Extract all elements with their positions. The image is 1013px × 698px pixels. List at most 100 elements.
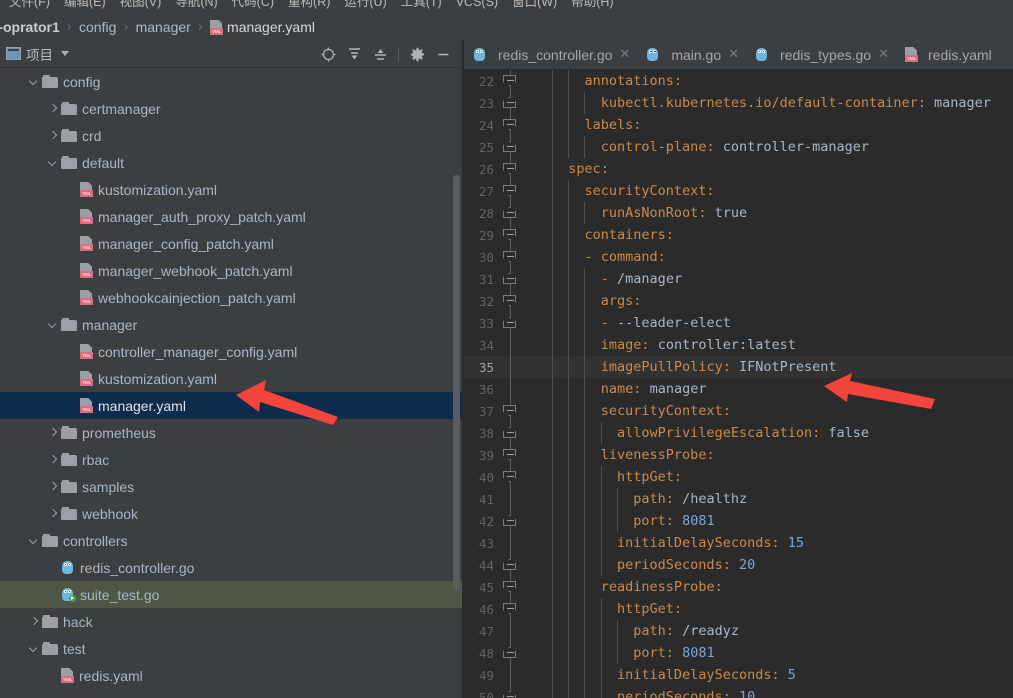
fold-marker-icon[interactable]: [503, 141, 516, 152]
locate-target-icon[interactable]: [315, 41, 341, 67]
breadcrumb-file[interactable]: manager.yaml: [210, 19, 315, 35]
code-fold-toggle[interactable]: [498, 642, 522, 664]
tree-item-kustomization-yaml[interactable]: kustomization.yaml: [0, 365, 462, 392]
tree-item-manager-webhook-patch-yaml[interactable]: manager_webhook_patch.yaml: [0, 257, 462, 284]
code-fold-toggle[interactable]: [498, 268, 522, 290]
code-line-27[interactable]: 27 securityContext:: [464, 180, 1013, 202]
code-line-45[interactable]: 45 readinessProbe:: [464, 576, 1013, 598]
code-fold-toggle[interactable]: [498, 180, 522, 202]
code-fold-toggle[interactable]: [498, 246, 522, 268]
fold-marker-icon[interactable]: [503, 185, 516, 196]
code-line-34[interactable]: 34 image: controller:latest: [464, 334, 1013, 356]
code-line-39[interactable]: 39 livenessProbe:: [464, 444, 1013, 466]
chevron-right-icon[interactable]: [48, 131, 57, 140]
tree-item-manager-yaml[interactable]: manager.yaml: [0, 392, 462, 419]
code-line-26[interactable]: 26 spec:: [464, 158, 1013, 180]
menu-item-1[interactable]: 编辑(E): [57, 0, 113, 13]
code-fold-toggle[interactable]: [498, 158, 522, 180]
menu-item-7[interactable]: 工具(T): [394, 0, 449, 13]
code-fold-toggle[interactable]: [498, 312, 522, 334]
tree-item-manager-auth-proxy-patch-yaml[interactable]: manager_auth_proxy_patch.yaml: [0, 203, 462, 230]
chevron-down-icon[interactable]: [61, 51, 69, 56]
editor-tab-redis-controller-go[interactable]: redis_controller.go ✕: [464, 40, 637, 69]
fold-marker-icon[interactable]: [503, 119, 516, 130]
tree-item-crd[interactable]: crd: [0, 122, 462, 149]
code-line-47[interactable]: 47 path: /readyz: [464, 620, 1013, 642]
fold-marker-icon[interactable]: [503, 273, 516, 284]
tree-item-suite-test-go[interactable]: suite_test.go: [0, 581, 462, 608]
fold-marker-icon[interactable]: [503, 295, 516, 306]
close-icon[interactable]: ✕: [618, 48, 630, 61]
editor-tab-redis-yaml[interactable]: redis.yaml: [896, 40, 999, 69]
code-line-32[interactable]: 32 args:: [464, 290, 1013, 312]
code-line-41[interactable]: 41 path: /healthz: [464, 488, 1013, 510]
fold-marker-icon[interactable]: [503, 691, 516, 698]
tree-item-default[interactable]: default: [0, 149, 462, 176]
tree-item-hack[interactable]: hack: [0, 608, 462, 635]
fold-marker-icon[interactable]: [503, 515, 516, 526]
breadcrumb-project-root[interactable]: be-oprator1: [0, 19, 60, 35]
fold-marker-icon[interactable]: [503, 75, 516, 86]
code-line-24[interactable]: 24 labels:: [464, 114, 1013, 136]
tree-item-webhookcainjection-patch-yaml[interactable]: webhookcainjection_patch.yaml: [0, 284, 462, 311]
chevron-right-icon[interactable]: [48, 455, 57, 464]
chevron-down-icon[interactable]: [29, 536, 38, 545]
code-fold-toggle[interactable]: [498, 554, 522, 576]
breadcrumb-segment-config[interactable]: config: [79, 19, 116, 35]
tree-item-certmanager[interactable]: certmanager: [0, 95, 462, 122]
fold-marker-icon[interactable]: [503, 97, 516, 108]
code-fold-toggle[interactable]: [498, 598, 522, 620]
code-line-31[interactable]: 31 - /manager: [464, 268, 1013, 290]
fold-marker-icon[interactable]: [503, 449, 516, 460]
menu-item-3[interactable]: 导航(N): [168, 0, 224, 13]
code-line-28[interactable]: 28 runAsNonRoot: true: [464, 202, 1013, 224]
code-line-36[interactable]: 36 name: manager: [464, 378, 1013, 400]
code-line-43[interactable]: 43 initialDelaySeconds: 15: [464, 532, 1013, 554]
chevron-right-icon[interactable]: [48, 104, 57, 113]
chevron-right-icon[interactable]: [29, 617, 38, 626]
chevron-down-icon[interactable]: [29, 644, 38, 653]
fold-marker-icon[interactable]: [503, 581, 516, 592]
code-line-22[interactable]: 22 annotations:: [464, 70, 1013, 92]
menu-item-6[interactable]: 运行(U): [337, 0, 393, 13]
menu-item-9[interactable]: 窗口(W): [505, 0, 564, 13]
fold-marker-icon[interactable]: [503, 647, 516, 658]
code-line-37[interactable]: 37 securityContext:: [464, 400, 1013, 422]
code-line-40[interactable]: 40 httpGet:: [464, 466, 1013, 488]
code-line-44[interactable]: 44 periodSeconds: 20: [464, 554, 1013, 576]
fold-marker-icon[interactable]: [503, 251, 516, 262]
menu-item-0[interactable]: 文件(F): [2, 0, 57, 13]
code-fold-toggle[interactable]: [498, 400, 522, 422]
project-panel-title-group[interactable]: 项目: [0, 44, 69, 64]
code-fold-toggle[interactable]: [498, 136, 522, 158]
tree-item-manager-config-patch-yaml[interactable]: manager_config_patch.yaml: [0, 230, 462, 257]
code-fold-toggle[interactable]: [498, 290, 522, 312]
tree-item-config[interactable]: config: [0, 68, 462, 95]
code-line-42[interactable]: 42 port: 8081: [464, 510, 1013, 532]
chevron-right-icon[interactable]: [48, 428, 57, 437]
tree-item-manager[interactable]: manager: [0, 311, 462, 338]
fold-marker-icon[interactable]: [503, 229, 516, 240]
chevron-down-icon[interactable]: [29, 77, 38, 86]
chevron-right-icon[interactable]: [48, 509, 57, 518]
code-line-29[interactable]: 29 containers:: [464, 224, 1013, 246]
code-fold-toggle[interactable]: [498, 70, 522, 92]
code-fold-toggle[interactable]: [498, 202, 522, 224]
code-fold-toggle[interactable]: [498, 444, 522, 466]
code-fold-toggle[interactable]: [498, 114, 522, 136]
fold-marker-icon[interactable]: [503, 163, 516, 174]
tree-item-redis-yaml[interactable]: redis.yaml: [0, 662, 462, 689]
code-fold-toggle[interactable]: [498, 510, 522, 532]
code-line-23[interactable]: 23 kubectl.kubernetes.io/default-contain…: [464, 92, 1013, 114]
expand-all-icon[interactable]: [341, 41, 367, 67]
close-icon[interactable]: ✕: [727, 48, 739, 61]
tree-item-kustomization-yaml[interactable]: kustomization.yaml: [0, 176, 462, 203]
fold-marker-icon[interactable]: [503, 405, 516, 416]
code-fold-toggle[interactable]: [498, 224, 522, 246]
project-tree-scrollbar[interactable]: [453, 175, 460, 590]
fold-marker-icon[interactable]: [503, 207, 516, 218]
chevron-down-icon[interactable]: [48, 158, 57, 167]
tree-item-samples[interactable]: samples: [0, 473, 462, 500]
tree-item-webhook[interactable]: webhook: [0, 500, 462, 527]
settings-gear-icon[interactable]: [404, 41, 430, 67]
